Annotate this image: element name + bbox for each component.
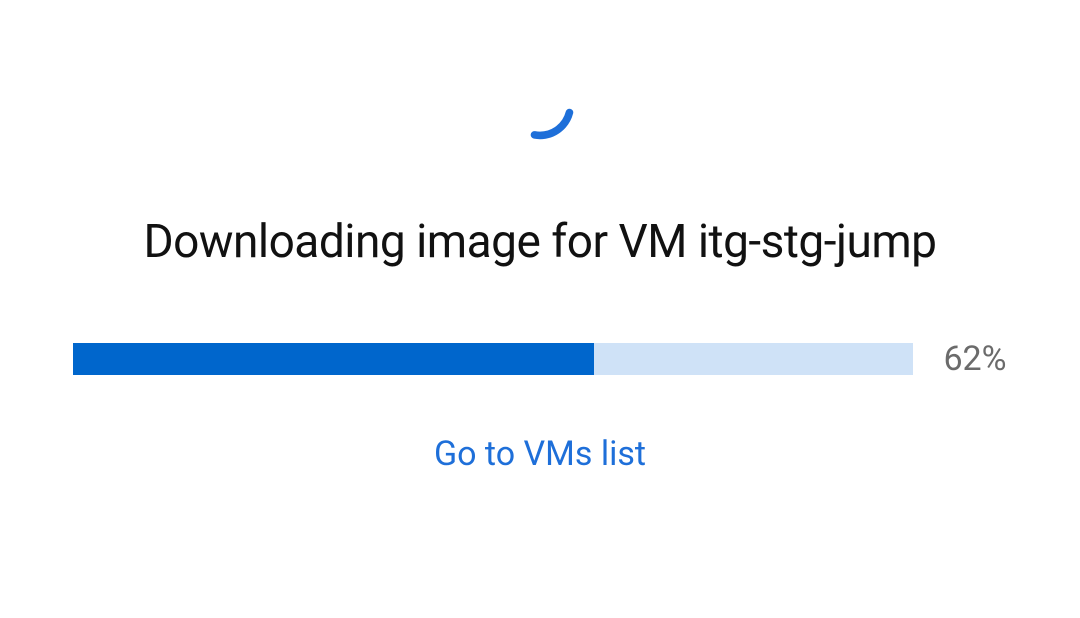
progress-percent-label: 62% bbox=[943, 339, 1006, 379]
status-title: Downloading image for VM itg-stg-jump bbox=[143, 215, 936, 269]
progress-bar bbox=[73, 343, 913, 375]
progress-fill bbox=[73, 343, 594, 375]
spinner-icon bbox=[502, 67, 578, 143]
loading-spinner bbox=[490, 55, 590, 155]
progress-row: 62% bbox=[73, 339, 1006, 379]
go-to-vms-list-link[interactable]: Go to VMs list bbox=[434, 434, 646, 474]
